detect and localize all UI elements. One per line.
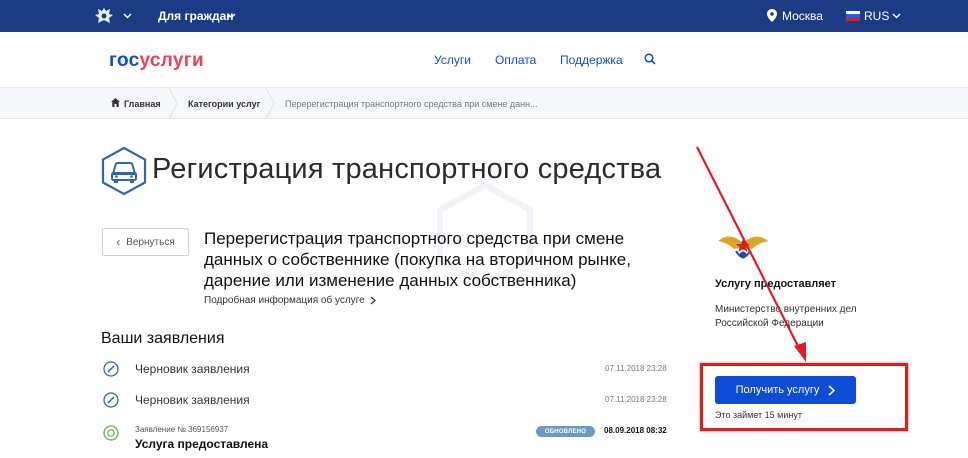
chevron-down-icon[interactable] <box>227 11 236 20</box>
city-selector[interactable]: Москва <box>782 9 823 23</box>
chevron-down-icon[interactable] <box>892 11 901 20</box>
citizens-menu[interactable]: Для граждан <box>158 9 234 23</box>
nav-services[interactable]: Услуги <box>434 53 471 67</box>
chevron-down-icon[interactable] <box>123 11 132 20</box>
draft-pencil-icon <box>103 392 119 408</box>
more-info-link[interactable]: Подробная информация об услуге <box>204 295 376 306</box>
breadcrumb-separator <box>265 88 275 119</box>
application-draft-2[interactable]: Черновик заявления <box>135 393 250 407</box>
back-button[interactable]: ‹ Вернуться <box>102 228 189 256</box>
breadcrumb: Главная Категории услуг Перерегистрация … <box>0 88 968 119</box>
application-number: Заявление № 369156937 <box>135 425 229 434</box>
language-selector[interactable]: RUS <box>864 9 889 23</box>
location-pin-icon <box>767 9 777 22</box>
top-bar: Для граждан Москва RUS <box>0 0 968 32</box>
breadcrumb-categories[interactable]: Категории услуг <box>188 99 260 109</box>
more-info-label: Подробная информация об услуге <box>204 295 365 306</box>
page-title: Регистрация транспортного средства <box>152 153 662 185</box>
application-date-1: 07.11.2018 23:28 <box>605 364 667 373</box>
car-hexagon-icon <box>101 146 147 196</box>
search-icon[interactable] <box>644 53 656 65</box>
russia-flag-icon <box>846 11 860 21</box>
back-button-label: Вернуться <box>126 236 175 248</box>
updated-badge: ОБНОВЛЕНО <box>536 426 595 437</box>
service-title: Перерегистрация транспортного средства п… <box>204 229 631 290</box>
highlight-box <box>700 363 908 431</box>
application-date-3: 08.09.2018 08:32 <box>604 426 667 435</box>
breadcrumb-separator <box>168 88 178 119</box>
provider-heading: Услугу предоставляет <box>715 278 837 290</box>
main-header: госуслуги Услуги Оплата Поддержка <box>0 32 968 88</box>
breadcrumb-current: Перерегистрация транспортного средства п… <box>285 99 538 109</box>
coat-of-arms-icon[interactable] <box>93 6 115 26</box>
breadcrumb-home[interactable]: Главная <box>124 99 161 109</box>
nav-payment[interactable]: Оплата <box>495 53 536 67</box>
mvd-emblem-icon <box>718 236 768 259</box>
application-date-2: 07.11.2018 23:28 <box>605 395 667 404</box>
chevron-left-icon: ‹ <box>116 235 121 249</box>
application-draft-1[interactable]: Черновик заявления <box>135 362 250 376</box>
completed-status-icon <box>103 425 119 441</box>
chevron-right-icon <box>370 296 376 305</box>
provider-name: Министерство внутренних дел Российской Ф… <box>715 304 857 329</box>
home-icon <box>111 98 120 107</box>
applications-heading: Ваши заявления <box>101 330 225 347</box>
nav-support[interactable]: Поддержка <box>560 53 623 67</box>
gosuslugi-logo[interactable]: госуслуги <box>109 50 204 72</box>
application-status[interactable]: Услуга предоставлена <box>135 437 268 451</box>
draft-pencil-icon <box>103 361 119 377</box>
